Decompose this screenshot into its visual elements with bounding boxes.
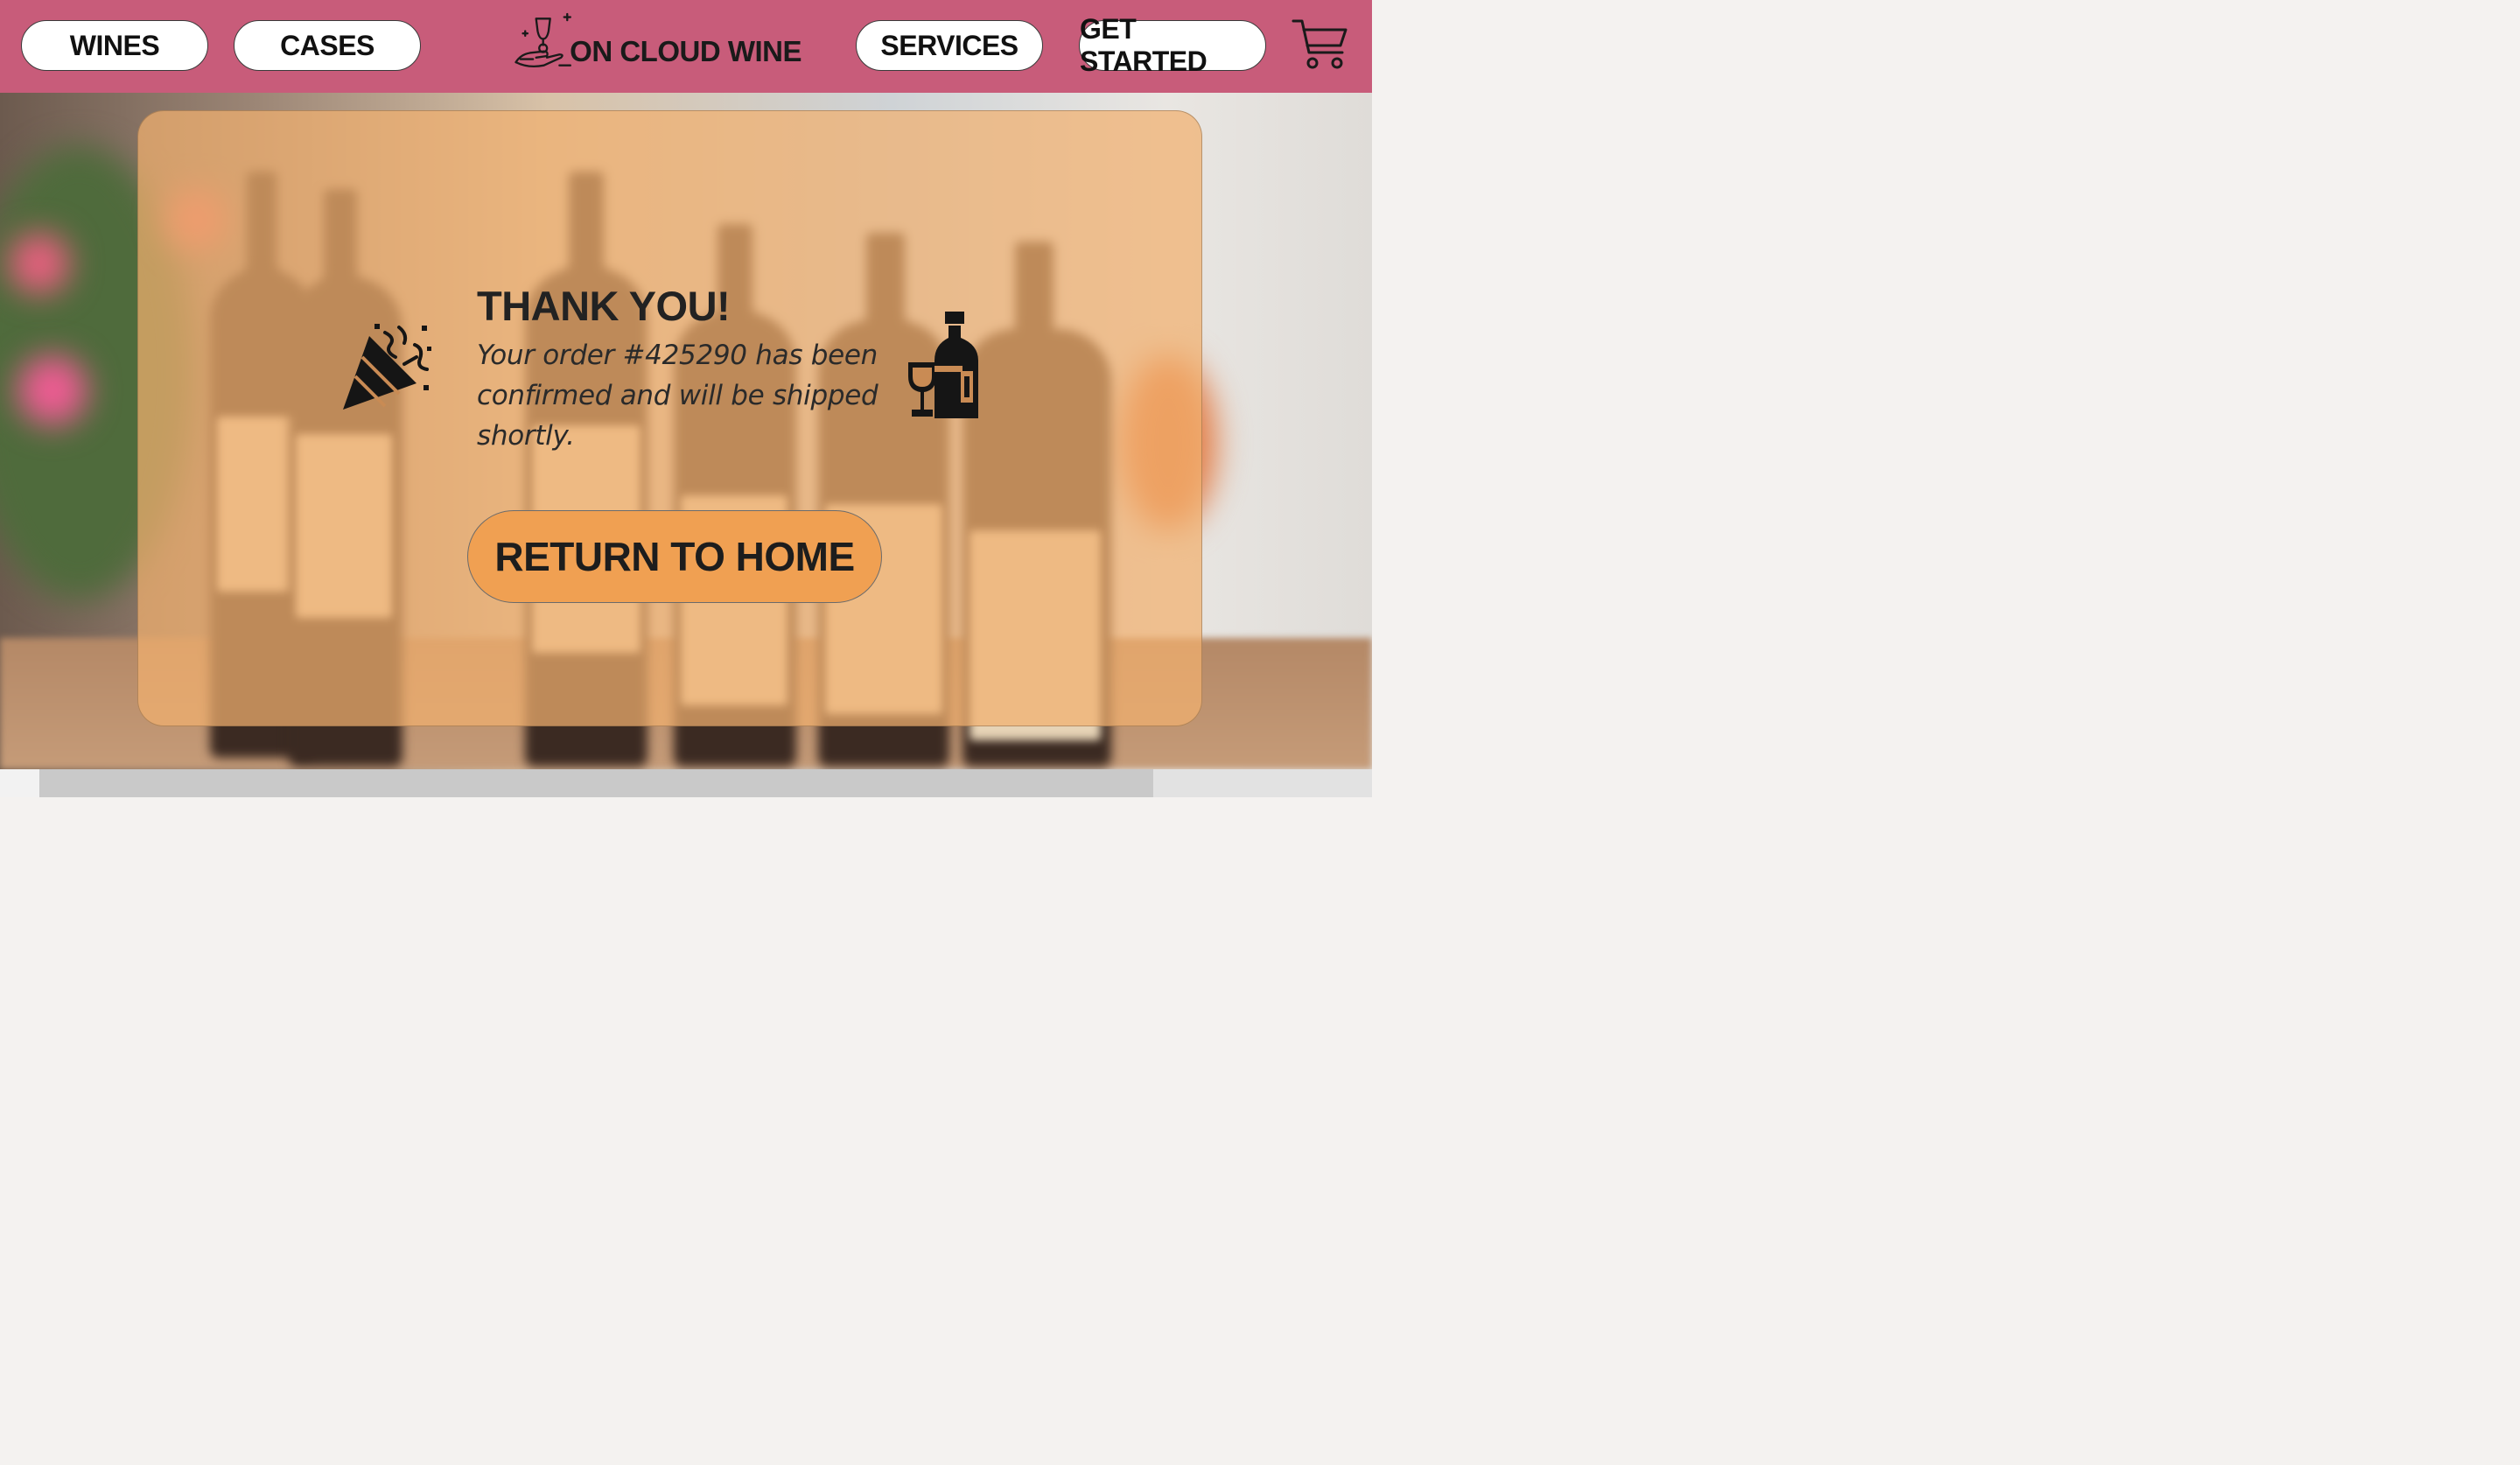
nav-get-started-button[interactable]: GET STARTED bbox=[1079, 13, 1266, 77]
horizontal-scrollbar-thumb[interactable] bbox=[40, 769, 1153, 797]
nav-cases-button[interactable]: CASES bbox=[234, 20, 421, 71]
return-to-home-button[interactable]: RETURN TO HOME bbox=[467, 510, 882, 603]
shopping-cart-icon[interactable] bbox=[1292, 18, 1349, 72]
order-confirmation-message: Your order #425290 has been confirmed an… bbox=[477, 340, 878, 452]
nav-services-button[interactable]: SERVICES bbox=[856, 20, 1043, 71]
brand-name: ON CLOUD WINE bbox=[570, 35, 802, 67]
top-nav-bar: WINES CASES ON CLOUD WINE SERVICES GET S… bbox=[0, 0, 1372, 93]
brand-logo[interactable]: ON CLOUD WINE bbox=[513, 7, 802, 77]
scrollbar-corner bbox=[0, 769, 40, 797]
party-popper-icon bbox=[343, 324, 431, 410]
nav-wines-button[interactable]: WINES bbox=[21, 20, 208, 71]
thank-you-heading: THANK YOU! bbox=[477, 283, 731, 329]
wine-hand-logo-icon bbox=[514, 12, 571, 68]
wine-bottle-glass-icon bbox=[908, 312, 978, 418]
